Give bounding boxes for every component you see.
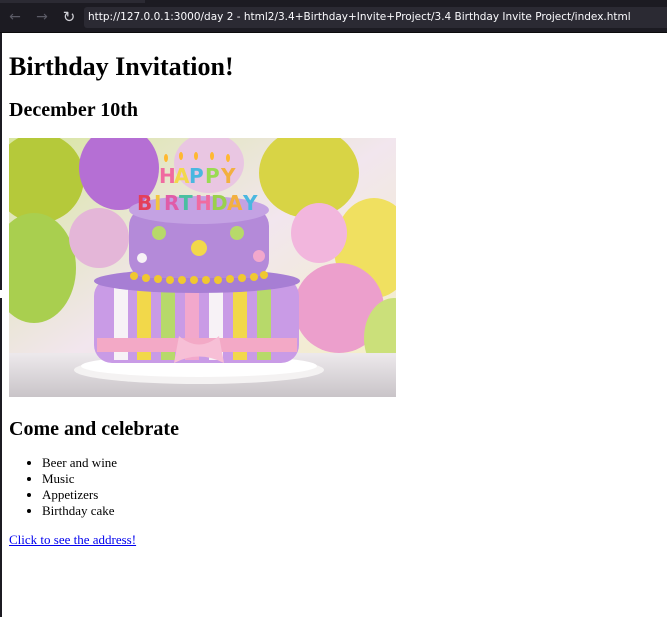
svg-text:A: A bbox=[227, 191, 243, 215]
svg-text:D: D bbox=[211, 191, 228, 215]
section-heading: Come and celebrate bbox=[9, 418, 179, 440]
svg-text:A: A bbox=[174, 164, 190, 188]
address-bar[interactable]: http://127.0.0.1:3000/day 2 - html2/3.4+… bbox=[84, 7, 667, 28]
list-item: Music bbox=[42, 471, 659, 487]
svg-text:T: T bbox=[179, 191, 193, 215]
svg-text:I: I bbox=[154, 191, 161, 215]
arrow-right-icon: → bbox=[36, 9, 48, 25]
list-item: Birthday cake bbox=[42, 503, 659, 519]
svg-text:P: P bbox=[205, 164, 220, 188]
svg-text:Y: Y bbox=[220, 164, 236, 188]
svg-text:R: R bbox=[164, 191, 179, 215]
list-item: Beer and wine bbox=[42, 455, 659, 471]
svg-text:H: H bbox=[195, 191, 212, 215]
event-date: December 10th bbox=[9, 99, 139, 121]
arrow-left-icon: ← bbox=[9, 9, 21, 25]
svg-text:Y: Y bbox=[242, 191, 258, 215]
birthday-cake-photo: H A P P Y B I R T H D A Y bbox=[9, 138, 396, 397]
reload-icon: ↻ bbox=[62, 8, 76, 26]
back-button[interactable]: ← bbox=[5, 7, 25, 27]
list-item: Appetizers bbox=[42, 487, 659, 503]
browser-toolbar: ← → ↻ http://127.0.0.1:3000/day 2 - html… bbox=[0, 0, 667, 33]
window-edge bbox=[0, 33, 2, 617]
svg-text:P: P bbox=[189, 164, 204, 188]
reload-button[interactable]: ↻ bbox=[59, 7, 79, 27]
address-link[interactable]: Click to see the address! bbox=[9, 532, 136, 548]
tab-strip-edge bbox=[0, 0, 145, 3]
forward-button[interactable]: → bbox=[32, 7, 52, 27]
party-items-list: Beer and wine Music Appetizers Birthday … bbox=[9, 455, 659, 519]
page-title: Birthday Invitation! bbox=[9, 52, 234, 81]
window-edge-gap bbox=[0, 290, 2, 298]
svg-text:B: B bbox=[137, 191, 152, 215]
page-content: Birthday Invitation! December 10th H A P… bbox=[9, 33, 659, 549]
